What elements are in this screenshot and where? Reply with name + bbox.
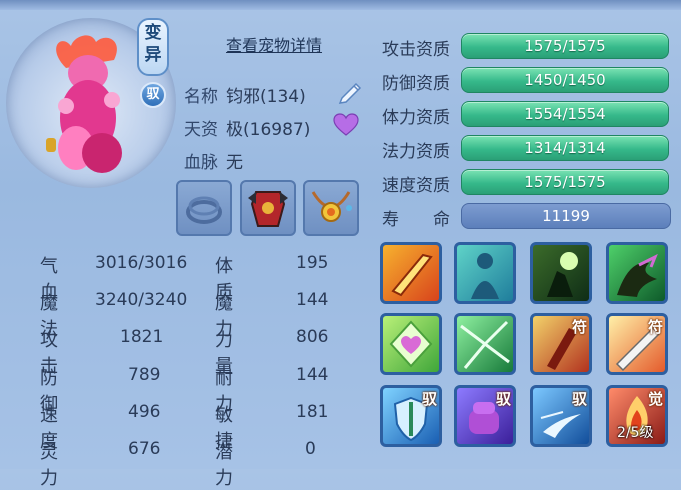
warrior-moon-icon <box>547 252 578 297</box>
skill-tag: 驭 <box>421 390 437 408</box>
skill-tag: 觉 <box>647 390 663 408</box>
top-frame <box>0 0 681 10</box>
stat-value: 3240/3240 <box>95 290 188 310</box>
edit-name-icon[interactable] <box>336 78 364 104</box>
talent-label: 天资 <box>184 120 218 140</box>
skill-slot[interactable]: 驭 <box>530 385 592 447</box>
variant-badge: 变 异 <box>137 18 169 76</box>
aptitude-bar-defense: 1450/1450 <box>461 67 669 93</box>
aptitude-bar-stamina: 1554/1554 <box>461 101 669 127</box>
aptitude-label-attack: 攻击资质 <box>382 40 450 60</box>
aptitude-bar-speed: 1575/1575 <box>461 169 669 195</box>
stat-label: 潜力 <box>215 442 233 489</box>
skill-slot[interactable] <box>454 242 516 304</box>
stat-value: 0 <box>305 439 316 459</box>
skill-slot[interactable] <box>380 313 442 375</box>
skill-tag: 符 <box>647 318 663 336</box>
skill-slot[interactable]: 觉 2/5级 <box>606 385 668 447</box>
collar-icon <box>186 196 222 224</box>
talent-value: 极(16987) <box>226 120 311 140</box>
equipment-slot-necklace[interactable] <box>303 180 359 236</box>
equipment-slot-armor[interactable] <box>240 180 296 236</box>
stat-label: 灵力 <box>40 442 58 489</box>
aptitude-label-defense: 防御资质 <box>382 74 450 94</box>
skill-slot[interactable] <box>606 242 668 304</box>
tame-badge: 驭 <box>140 82 166 108</box>
necklace-icon <box>311 191 352 222</box>
skill-slot[interactable]: 驭 <box>380 385 442 447</box>
skill-tag: 驭 <box>495 390 511 408</box>
armor-icon <box>248 191 288 227</box>
pet-name-value: 钧邪(134) <box>226 87 306 107</box>
stat-value: 806 <box>296 327 329 347</box>
pet-image <box>46 35 122 173</box>
stat-value: 3016/3016 <box>95 253 188 273</box>
pet-name-row: 名称 钧邪(134) <box>184 82 306 107</box>
stat-value: 1821 <box>120 327 164 347</box>
lifespan-label: 寿 命 <box>382 210 450 230</box>
shadow-claw-icon <box>617 253 658 297</box>
skill-slot[interactable] <box>380 242 442 304</box>
heart-shield-icon <box>389 320 433 368</box>
shatter-icon <box>460 320 510 369</box>
skill-tag: 符 <box>571 318 587 336</box>
stat-value: 676 <box>128 439 161 459</box>
skill-tag: 驭 <box>571 390 587 408</box>
aptitude-label-stamina: 体力资质 <box>382 108 450 128</box>
bloodline-label: 血脉 <box>184 153 218 173</box>
pet-name-label: 名称 <box>184 87 218 107</box>
stat-value: 496 <box>128 402 161 422</box>
lifespan-bar: 11199 <box>461 203 671 229</box>
bloodline-value: 无 <box>226 153 243 173</box>
aptitude-bar-magic: 1314/1314 <box>461 135 669 161</box>
talent-row: 天资 极(16987) <box>184 115 310 140</box>
aptitude-label-speed: 速度资质 <box>382 176 450 196</box>
skill-slot[interactable] <box>530 242 592 304</box>
skill-slot[interactable]: 驭 <box>454 385 516 447</box>
skill-slot[interactable]: 符 <box>606 313 668 375</box>
equipment-slot-collar[interactable] <box>176 180 232 236</box>
heart-icon[interactable] <box>333 113 359 137</box>
skill-level: 2/5级 <box>617 425 654 441</box>
bloodline-row: 血脉无 <box>184 148 243 173</box>
stat-value: 144 <box>296 290 329 310</box>
variant-badge-text: 变 异 <box>144 23 162 65</box>
spirit-figure-icon <box>471 253 499 299</box>
sword-slash-icon <box>391 253 433 297</box>
stat-value: 181 <box>296 402 329 422</box>
skill-slot[interactable] <box>454 313 516 375</box>
stat-value: 789 <box>128 365 161 385</box>
stat-value: 144 <box>296 365 329 385</box>
aptitude-bar-attack: 1575/1575 <box>461 33 669 59</box>
view-pet-details-link[interactable]: 查看宠物详情 <box>226 32 322 56</box>
aptitude-label-magic: 法力资质 <box>382 142 450 162</box>
stat-value: 195 <box>296 253 329 273</box>
skill-slot[interactable]: 符 <box>530 313 592 375</box>
